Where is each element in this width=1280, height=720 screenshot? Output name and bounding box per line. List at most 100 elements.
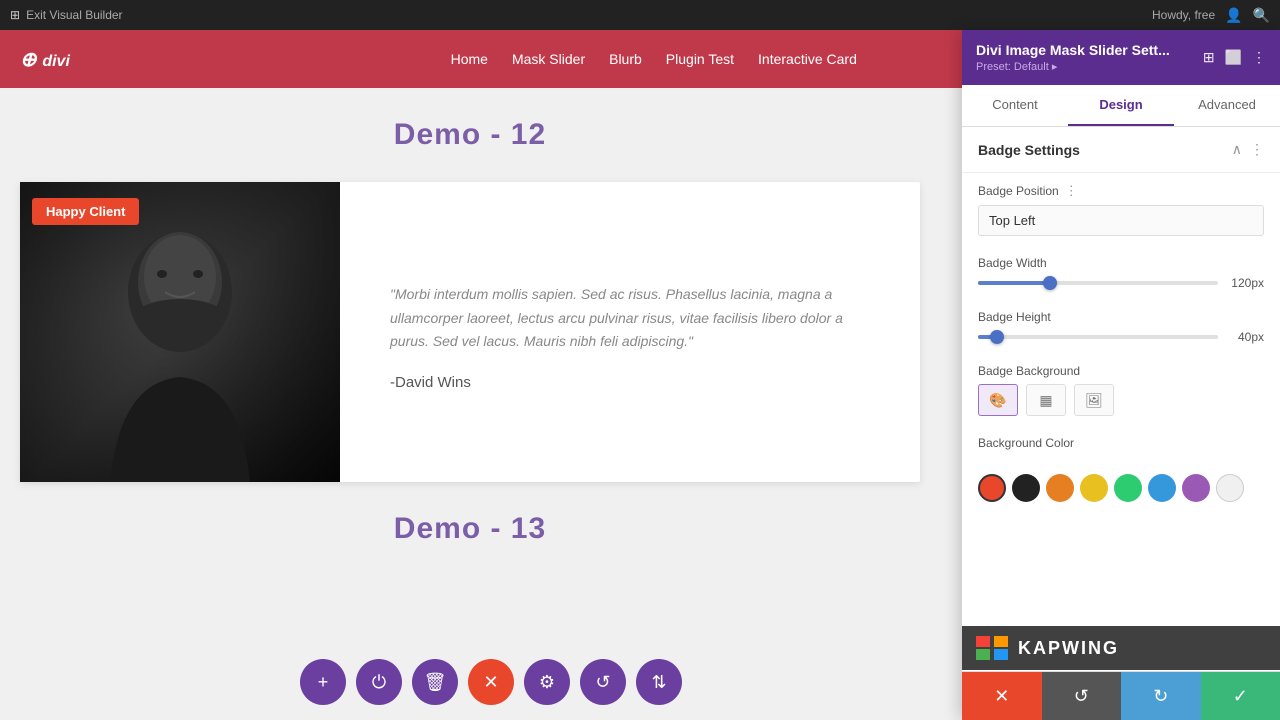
badge-height-row: Badge Height 40px [962, 300, 1280, 354]
badge-position-label: Badge Position ⋮ [978, 183, 1264, 199]
nav-link-home[interactable]: Home [451, 51, 488, 67]
toolbar-add-button[interactable]: + [300, 659, 346, 705]
toolbar-close-button[interactable]: ✕ [468, 659, 514, 705]
badge-background-icons-row: 🎨 ▦ 🖼 [978, 384, 1264, 416]
badge-width-thumb[interactable] [1043, 276, 1057, 290]
panel-subtitle[interactable]: Preset: Default ▸ [976, 60, 1170, 73]
person-silhouette [80, 222, 280, 482]
color-swatch-light[interactable] [1216, 474, 1244, 502]
panel-menu-icon[interactable]: ⋮ [1252, 49, 1266, 66]
background-color-label-text: Background Color [978, 436, 1074, 450]
color-swatch-yellow[interactable] [1080, 474, 1108, 502]
cancel-button[interactable]: ✕ [962, 672, 1042, 720]
bg-gradient-btn[interactable]: ▦ [1026, 384, 1066, 416]
badge-height-thumb[interactable] [990, 330, 1004, 344]
badge-label: Happy Client [32, 198, 139, 225]
badge-height-track [978, 335, 1218, 339]
admin-search-icon[interactable]: 🔍 [1253, 7, 1270, 24]
background-color-row: Background Color [962, 426, 1280, 466]
admin-bar: ⊞ Exit Visual Builder Howdy, free 👤 🔍 [0, 0, 1280, 30]
badge-position-label-text: Badge Position [978, 184, 1059, 198]
badge-settings-section: Badge Settings ∧ ⋮ [962, 127, 1280, 173]
tab-design[interactable]: Design [1068, 85, 1174, 126]
toolbar-power-button[interactable]: ⏻ [356, 659, 402, 705]
badge-width-label-text: Badge Width [978, 256, 1047, 270]
settings-panel: Divi Image Mask Slider Sett... Preset: D… [962, 30, 1280, 720]
badge-background-row: Badge Background 🎨 ▦ 🖼 [962, 354, 1280, 426]
bg-color-btn[interactable]: 🎨 [978, 384, 1018, 416]
panel-body: Badge Settings ∧ ⋮ Badge Position ⋮ Top … [962, 127, 1280, 671]
color-swatch-red[interactable] [978, 474, 1006, 502]
badge-height-label: Badge Height [978, 310, 1264, 324]
toolbar-delete-button[interactable]: 🗑 [412, 659, 458, 705]
badge-width-slider-row: 120px [978, 276, 1264, 290]
card-image: Happy Client [20, 182, 340, 482]
section-collapse-icon[interactable]: ∧ [1232, 141, 1242, 158]
kapwing-logo-icon [976, 636, 1008, 660]
demo-title-1: Demo - 12 [20, 118, 920, 152]
exit-visual-builder[interactable]: Exit Visual Builder [26, 8, 123, 22]
admin-user-icon: 👤 [1225, 7, 1242, 24]
panel-expand-icon[interactable]: ⬜ [1225, 49, 1242, 66]
badge-position-row: Badge Position ⋮ Top Left Top Right Bott… [962, 173, 1280, 246]
badge-width-value[interactable]: 120px [1228, 276, 1264, 290]
admin-bar-logo: ⊞ [10, 8, 20, 22]
author-name: -David Wins [390, 374, 880, 391]
demo-title-2: Demo - 13 [20, 512, 920, 546]
panel-header: Divi Image Mask Slider Sett... Preset: D… [962, 30, 1280, 85]
panel-actions: ✕ ↺ ↻ ✓ [962, 671, 1280, 720]
badge-height-label-text: Badge Height [978, 310, 1051, 324]
section-title: Badge Settings [978, 142, 1080, 158]
badge-width-label: Badge Width [978, 256, 1264, 270]
color-swatch-black[interactable] [1012, 474, 1040, 502]
bottom-toolbar: + ⏻ 🗑 ✕ ⚙ ↺ ⇅ [300, 659, 682, 705]
color-swatch-blue[interactable] [1148, 474, 1176, 502]
panel-title: Divi Image Mask Slider Sett... [976, 42, 1170, 58]
badge-position-dropdown-row: Top Left Top Right Bottom Left Bottom Ri… [978, 205, 1264, 236]
nav-link-blurb[interactable]: Blurb [609, 51, 642, 67]
badge-width-track [978, 281, 1218, 285]
color-swatches-row [962, 474, 1280, 514]
badge-width-fill [978, 281, 1050, 285]
badge-height-slider-row: 40px [978, 330, 1264, 344]
tab-content[interactable]: Content [962, 85, 1068, 126]
badge-height-value[interactable]: 40px [1228, 330, 1264, 344]
tab-advanced[interactable]: Advanced [1174, 85, 1280, 126]
main-content: Demo - 12 Happy C [0, 88, 940, 720]
bg-image-btn[interactable]: 🖼 [1074, 384, 1114, 416]
badge-position-help-icon[interactable]: ⋮ [1065, 183, 1078, 199]
toolbar-settings-button[interactable]: ⚙ [524, 659, 570, 705]
panel-title-area: Divi Image Mask Slider Sett... Preset: D… [976, 42, 1170, 73]
nav-link-plugin-test[interactable]: Plugin Test [666, 51, 734, 67]
quote-text: "Morbi interdum mollis sapien. Sed ac ri… [390, 283, 880, 354]
kapwing-watermark: KAPWING [962, 626, 1280, 670]
section-header-icons: ∧ ⋮ [1232, 141, 1264, 158]
toolbar-reorder-button[interactable]: ⇅ [636, 659, 682, 705]
panel-tabs: Content Design Advanced [962, 85, 1280, 127]
nav-link-interactive-card[interactable]: Interactive Card [758, 51, 857, 67]
background-color-label: Background Color [978, 436, 1264, 450]
badge-background-label: Badge Background [978, 364, 1264, 378]
panel-header-icons: ⊞ ⬜ ⋮ [1203, 49, 1266, 66]
badge-position-dropdown[interactable]: Top Left Top Right Bottom Left Bottom Ri… [978, 205, 1264, 236]
color-swatch-green[interactable] [1114, 474, 1142, 502]
kapwing-text: KAPWING [1018, 638, 1119, 659]
admin-bar-right: Howdy, free 👤 🔍 [1152, 7, 1270, 24]
badge-width-row: Badge Width 120px [962, 246, 1280, 300]
section-options-icon[interactable]: ⋮ [1250, 141, 1264, 158]
toolbar-undo-button[interactable]: ↺ [580, 659, 626, 705]
nav-link-mask-slider[interactable]: Mask Slider [512, 51, 585, 67]
color-swatch-orange[interactable] [1046, 474, 1074, 502]
nav-links: Home Mask Slider Blurb Plugin Test Inter… [451, 51, 857, 67]
confirm-button[interactable]: ✓ [1201, 672, 1280, 720]
badge-background-label-text: Badge Background [978, 364, 1080, 378]
testimonial-card: Happy Client "Morbi interdum mollis sapi… [20, 182, 920, 482]
admin-bar-left: ⊞ Exit Visual Builder [10, 8, 123, 22]
site-logo: ⊕ divi [20, 46, 70, 72]
color-swatch-purple[interactable] [1182, 474, 1210, 502]
card-content: "Morbi interdum mollis sapien. Sed ac ri… [340, 182, 920, 482]
redo-button[interactable]: ↻ [1121, 672, 1201, 720]
undo-button[interactable]: ↺ [1042, 672, 1122, 720]
howdy-label: Howdy, free [1152, 8, 1215, 22]
panel-minimize-icon[interactable]: ⊞ [1203, 49, 1215, 66]
